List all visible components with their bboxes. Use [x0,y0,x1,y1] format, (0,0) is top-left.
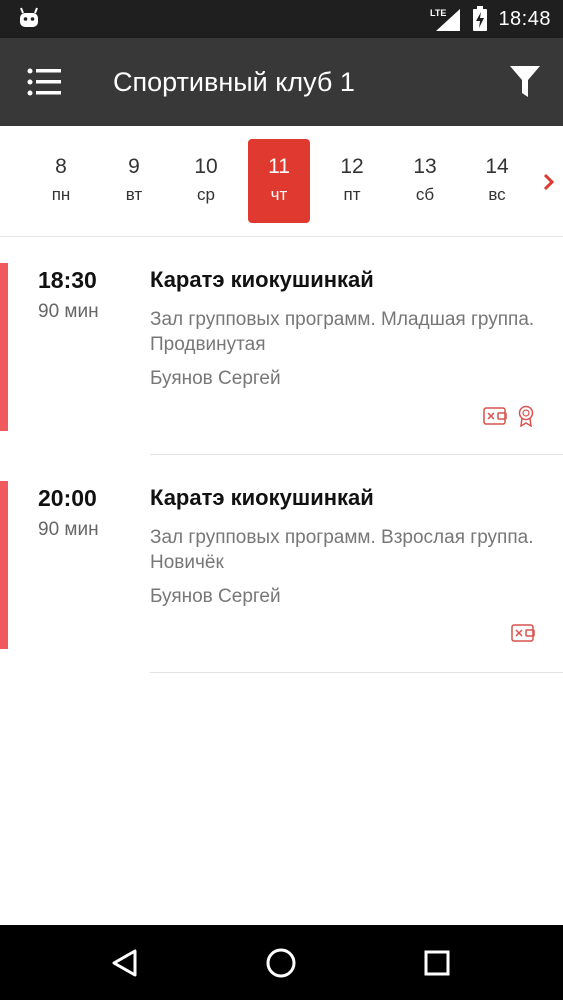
session-name: Каратэ киокушинкай [150,267,374,292]
menu-list-icon[interactable] [27,67,61,97]
award-icon [518,405,534,427]
day-number: 12 [340,155,364,178]
app-bar: Спортивный клуб 1 [0,38,563,126]
back-icon[interactable] [105,943,145,983]
day-weekday: пн [51,185,71,204]
day-11-selected[interactable]: 11 чт [248,139,310,223]
svg-text:LTE: LTE [430,8,446,18]
day-number: 9 [128,155,140,178]
session-hall: Зал групповых программ. Взрослая группа.… [150,527,534,573]
filter-icon[interactable] [509,65,541,99]
home-icon[interactable] [261,943,301,983]
clock: 18:48 [498,7,551,30]
session-coach: Буянов Сергей [150,586,281,607]
day-weekday: вт [125,185,143,204]
day-number: 13 [413,155,437,178]
session-color-bar [0,263,8,431]
session-duration: 90 мин [38,301,99,322]
session-coach: Буянов Сергей [150,368,281,389]
session-name: Каратэ киокушинкай [150,485,374,510]
page-title: Спортивный клуб 1 [113,67,355,97]
day-10[interactable]: 10 ср [175,139,237,223]
screen: LTE 18:48 Спортивный клуб 1 8 пн 9 вт 10… [0,0,563,1000]
day-weekday: чт [270,185,288,204]
day-13[interactable]: 13 сб [394,139,456,223]
session-item[interactable]: 18:30 90 мин Каратэ киокушинкай Зал груп… [0,237,563,455]
battery-charging-icon [473,6,488,31]
android-icon [20,7,38,27]
day-9[interactable]: 9 вт [103,139,165,223]
wallet-cancel-icon [483,407,507,425]
day-number: 10 [194,155,218,178]
session-time: 20:00 [38,485,97,511]
lte-signal-icon: LTE [430,8,461,31]
navigation-bar [0,925,563,1000]
day-12[interactable]: 12 пт [321,139,383,223]
divider [150,672,563,673]
day-number: 14 [485,155,509,178]
session-time: 18:30 [38,267,97,293]
day-weekday: ср [197,185,215,204]
chevron-right-icon[interactable] [541,170,557,194]
status-bar: LTE 18:48 [0,0,563,38]
day-14[interactable]: 14 вс [466,139,528,223]
wallet-cancel-icon [511,624,535,642]
day-weekday: вс [488,185,506,204]
session-duration: 90 мин [38,519,99,540]
session-hall: Зал групповых программ. Младшая группа. … [150,309,535,355]
recents-icon[interactable] [417,943,457,983]
day-weekday: пт [343,185,361,204]
day-weekday: сб [415,185,435,204]
session-item[interactable]: 20:00 90 мин Каратэ киокушинкай Зал груп… [0,455,563,673]
day-number: 8 [55,155,67,178]
date-strip: 8 пн 9 вт 10 ср 11 чт 12 пт 13 сб 14 вс [0,126,563,237]
day-number: 11 [268,155,290,178]
day-8[interactable]: 8 пн [30,139,92,223]
session-color-bar [0,481,8,649]
